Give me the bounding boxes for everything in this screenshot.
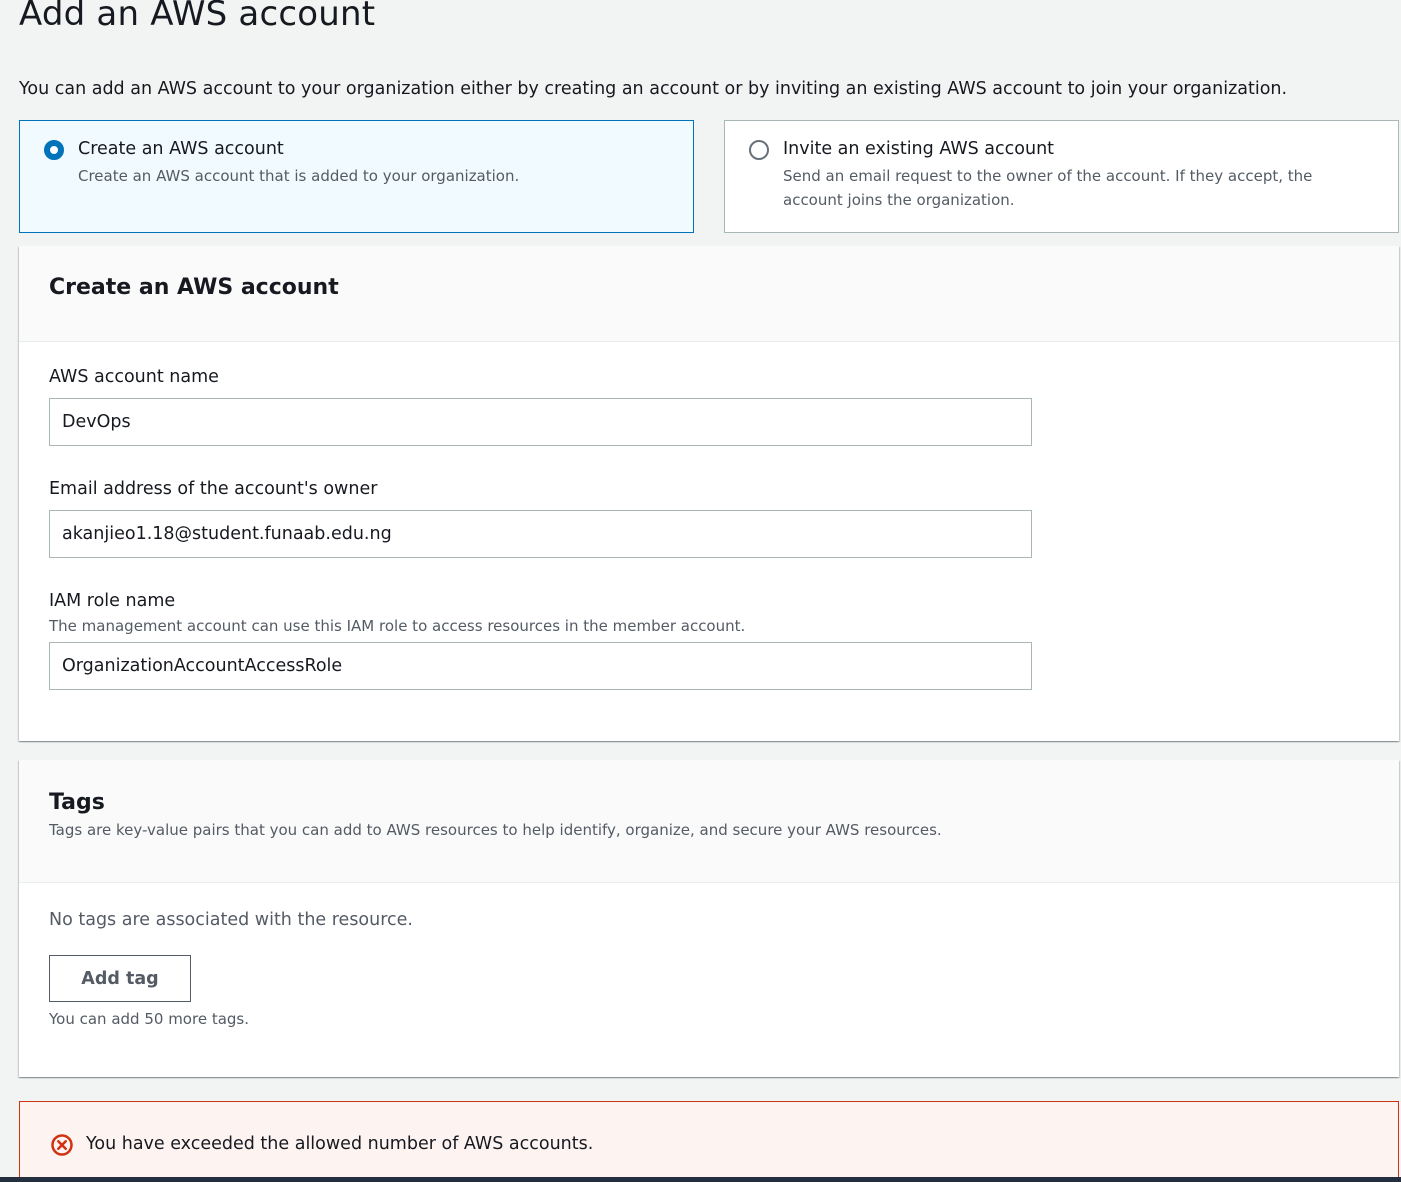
panel-title: Create an AWS account — [49, 275, 339, 300]
tags-hint: You can add 50 more tags. — [49, 1010, 249, 1028]
panel-body: AWS account name Email address of the ac… — [19, 342, 1399, 690]
option-label: Create an AWS account — [78, 139, 284, 159]
panel-header: Create an AWS account — [19, 246, 1399, 342]
bottom-bar — [0, 1177, 1401, 1182]
iam-role-description: The management account can use this IAM … — [49, 617, 746, 635]
tags-header: Tags Tags are key-value pairs that you c… — [19, 760, 1399, 883]
account-name-label: AWS account name — [49, 367, 219, 387]
error-circle-x-icon — [51, 1134, 73, 1156]
tags-body: No tags are associated with the resource… — [19, 883, 1399, 1028]
radio-invite-account[interactable] — [749, 140, 769, 160]
option-invite-account[interactable]: Invite an existing AWS account Send an e… — [724, 120, 1399, 233]
iam-role-input[interactable] — [49, 642, 1032, 690]
no-tags-text: No tags are associated with the resource… — [49, 910, 413, 930]
email-label: Email address of the account's owner — [49, 479, 378, 499]
page-intro: You can add an AWS account to your organ… — [19, 79, 1288, 99]
account-name-input[interactable] — [49, 398, 1032, 446]
option-description: Create an AWS account that is added to y… — [78, 167, 520, 185]
page-title: Add an AWS account — [19, 0, 376, 34]
email-input[interactable] — [49, 510, 1032, 558]
tags-panel: Tags Tags are key-value pairs that you c… — [19, 760, 1399, 1077]
iam-role-label: IAM role name — [49, 591, 176, 611]
option-label: Invite an existing AWS account — [783, 139, 1055, 159]
create-account-panel: Create an AWS account AWS account name E… — [19, 246, 1399, 741]
tags-title: Tags — [49, 790, 105, 815]
error-alert: You have exceeded the allowed number of … — [19, 1101, 1399, 1182]
alert-message: You have exceeded the allowed number of … — [86, 1134, 594, 1154]
option-create-account[interactable]: Create an AWS account Create an AWS acco… — [19, 120, 694, 233]
tags-description: Tags are key-value pairs that you can ad… — [49, 821, 942, 839]
radio-create-account[interactable] — [44, 140, 64, 160]
option-description: Send an email request to the owner of th… — [783, 167, 1313, 209]
add-tag-button[interactable]: Add tag — [49, 955, 191, 1002]
